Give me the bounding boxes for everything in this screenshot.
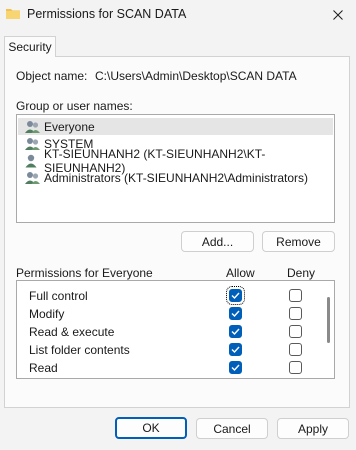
deny-checkbox[interactable] [289, 361, 302, 374]
object-name-value: C:\Users\Admin\Desktop\SCAN DATA [95, 69, 297, 83]
allow-checkbox[interactable] [226, 286, 245, 305]
title-bar: Permissions for SCAN DATA [0, 0, 356, 30]
deny-checkbox[interactable] [289, 325, 302, 338]
user-icon [25, 154, 37, 167]
tab-security[interactable]: Security [4, 36, 56, 57]
deny-checkbox[interactable] [289, 307, 302, 320]
scrollbar-thumb[interactable] [327, 297, 330, 343]
table-row: Modify [17, 305, 317, 323]
remove-button[interactable]: Remove [262, 231, 335, 252]
checkmark-icon [231, 292, 240, 300]
allow-checkbox[interactable] [229, 307, 242, 320]
deny-checkbox[interactable] [289, 343, 302, 356]
table-row: Full control [17, 286, 317, 305]
checkmark-icon [231, 346, 240, 354]
cancel-button[interactable]: Cancel [196, 418, 268, 439]
group-icon [25, 137, 40, 150]
allow-column-header: Allow [226, 266, 255, 280]
group-user-list[interactable]: Everyone SYSTEM KT-SIEUNHANH2 (KT-SIEUNH… [16, 114, 335, 223]
list-item-label: Everyone [44, 119, 95, 134]
permissions-table: Full control Modify Read & execute List … [16, 280, 335, 379]
allow-checkbox[interactable] [229, 361, 242, 374]
folder-icon [6, 9, 20, 19]
ok-button[interactable]: OK [115, 417, 187, 439]
permission-name: Read [29, 361, 58, 375]
group-icon [25, 120, 40, 133]
permission-name: Modify [29, 307, 65, 321]
checkmark-icon [231, 328, 240, 336]
permission-name: Full control [29, 289, 88, 303]
list-item-everyone[interactable]: Everyone [18, 118, 333, 135]
table-row: Read [17, 359, 317, 377]
permissions-header: Permissions for Everyone [16, 266, 153, 280]
window-title: Permissions for SCAN DATA [27, 7, 187, 21]
add-button[interactable]: Add... [181, 231, 254, 252]
allow-checkbox[interactable] [229, 343, 242, 356]
checkmark-icon [231, 310, 240, 318]
deny-column-header: Deny [287, 266, 316, 280]
table-row [17, 377, 317, 378]
permission-name: Read & execute [29, 325, 115, 339]
group-icon [25, 171, 40, 184]
close-button[interactable] [320, 0, 356, 30]
object-name-label: Object name: [16, 69, 88, 83]
table-row: List folder contents [17, 341, 317, 359]
group-names-label: Group or user names: [16, 99, 133, 113]
permission-name: List folder contents [29, 343, 130, 357]
list-item-administrators[interactable]: Administrators (KT-SIEUNHANH2\Administra… [18, 169, 308, 186]
deny-checkbox[interactable] [289, 289, 302, 302]
allow-checkbox[interactable] [229, 325, 242, 338]
list-item-label: Administrators (KT-SIEUNHANH2\Administra… [44, 170, 309, 185]
close-icon [333, 10, 343, 20]
checkmark-icon [231, 364, 240, 372]
apply-button[interactable]: Apply [277, 418, 349, 439]
list-item-kt-sieunhanh2[interactable]: KT-SIEUNHANH2 (KT-SIEUNHANH2\KT-SIEUNHAN… [18, 147, 334, 175]
table-row: Read & execute [17, 323, 317, 341]
